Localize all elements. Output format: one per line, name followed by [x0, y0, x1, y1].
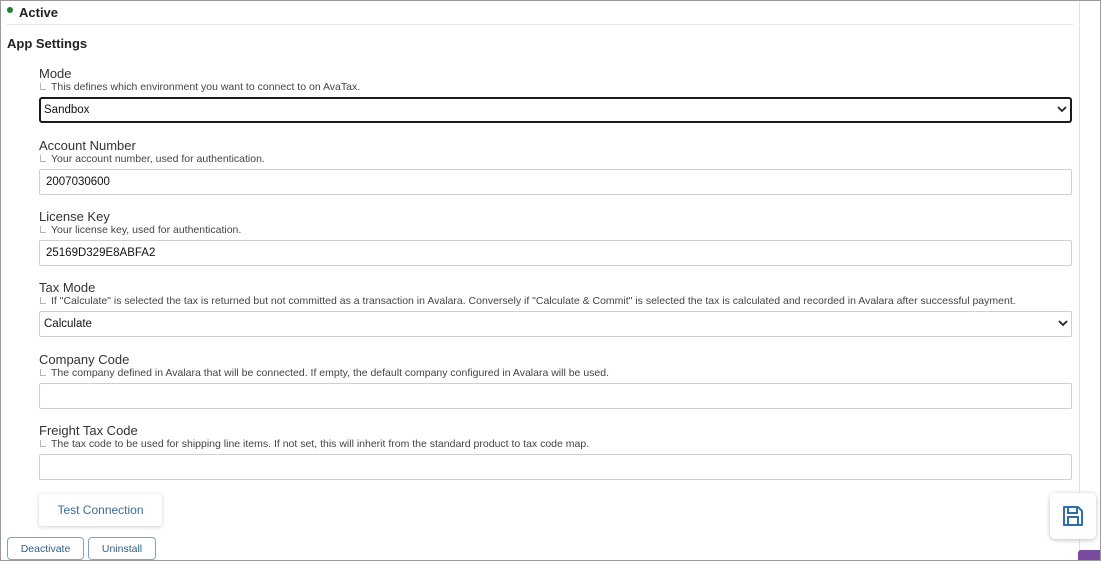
help-corner-icon	[40, 297, 46, 304]
scrollbar[interactable]	[1079, 1, 1100, 560]
floppy-disk-icon	[1063, 506, 1083, 526]
section-title: App Settings	[7, 36, 88, 51]
field-help: This defines which environment you want …	[39, 81, 1072, 94]
field-help: The tax code to be used for shipping lin…	[39, 438, 1072, 451]
corner-badge	[1078, 550, 1100, 560]
help-corner-icon	[40, 440, 46, 447]
help-corner-icon	[40, 155, 46, 162]
help-corner-icon	[40, 83, 46, 90]
field-company-code: Company Code The company defined in Aval…	[39, 352, 1072, 409]
field-help: If "Calculate" is selected the tax is re…	[39, 295, 1072, 308]
deactivate-button[interactable]: Deactivate	[7, 537, 84, 560]
save-button[interactable]	[1050, 493, 1096, 539]
field-help: The company defined in Avalara that will…	[39, 367, 1072, 380]
test-connection-button[interactable]: Test Connection	[39, 494, 162, 526]
status-indicator: Active	[7, 4, 58, 20]
account-number-value: 2007030600	[46, 176, 110, 188]
app-settings-panel: Active App Settings Mode This defines wh…	[0, 0, 1101, 561]
license-key-input[interactable]: 25169D329E8ABFA2	[39, 240, 1072, 266]
license-key-value: 25169D329E8ABFA2	[46, 247, 156, 259]
field-label: Freight Tax Code	[39, 423, 138, 438]
field-freight-tax-code: Freight Tax Code The tax code to be used…	[39, 423, 1072, 480]
tax-mode-select-value: Calculate	[44, 318, 92, 330]
company-code-input[interactable]	[39, 383, 1072, 409]
status-dot-icon	[7, 7, 13, 13]
tax-mode-select[interactable]: Calculate	[39, 311, 1072, 337]
field-label: License Key	[39, 209, 110, 224]
account-number-input[interactable]: 2007030600	[39, 169, 1072, 195]
field-help: Your account number, used for authentica…	[39, 153, 1072, 166]
chevron-down-icon	[1058, 320, 1068, 327]
field-license-key: License Key Your license key, used for a…	[39, 209, 1072, 266]
status-label: Active	[19, 4, 59, 20]
uninstall-button[interactable]: Uninstall	[88, 537, 156, 560]
field-help: Your license key, used for authenticatio…	[39, 224, 1072, 237]
field-label: Mode	[39, 66, 72, 81]
field-label: Account Number	[39, 138, 136, 153]
chevron-down-icon	[1057, 106, 1067, 113]
help-corner-icon	[40, 226, 46, 233]
mode-select[interactable]: Sandbox	[39, 97, 1072, 123]
divider	[7, 24, 1073, 25]
mode-select-value: Sandbox	[44, 104, 90, 116]
field-mode: Mode This defines which environment you …	[39, 66, 1072, 123]
field-tax-mode: Tax Mode If "Calculate" is selected the …	[39, 280, 1072, 337]
field-label: Company Code	[39, 352, 130, 367]
help-corner-icon	[40, 369, 46, 376]
freight-tax-code-input[interactable]	[39, 454, 1072, 480]
field-account-number: Account Number Your account number, used…	[39, 138, 1072, 195]
field-label: Tax Mode	[39, 280, 96, 295]
